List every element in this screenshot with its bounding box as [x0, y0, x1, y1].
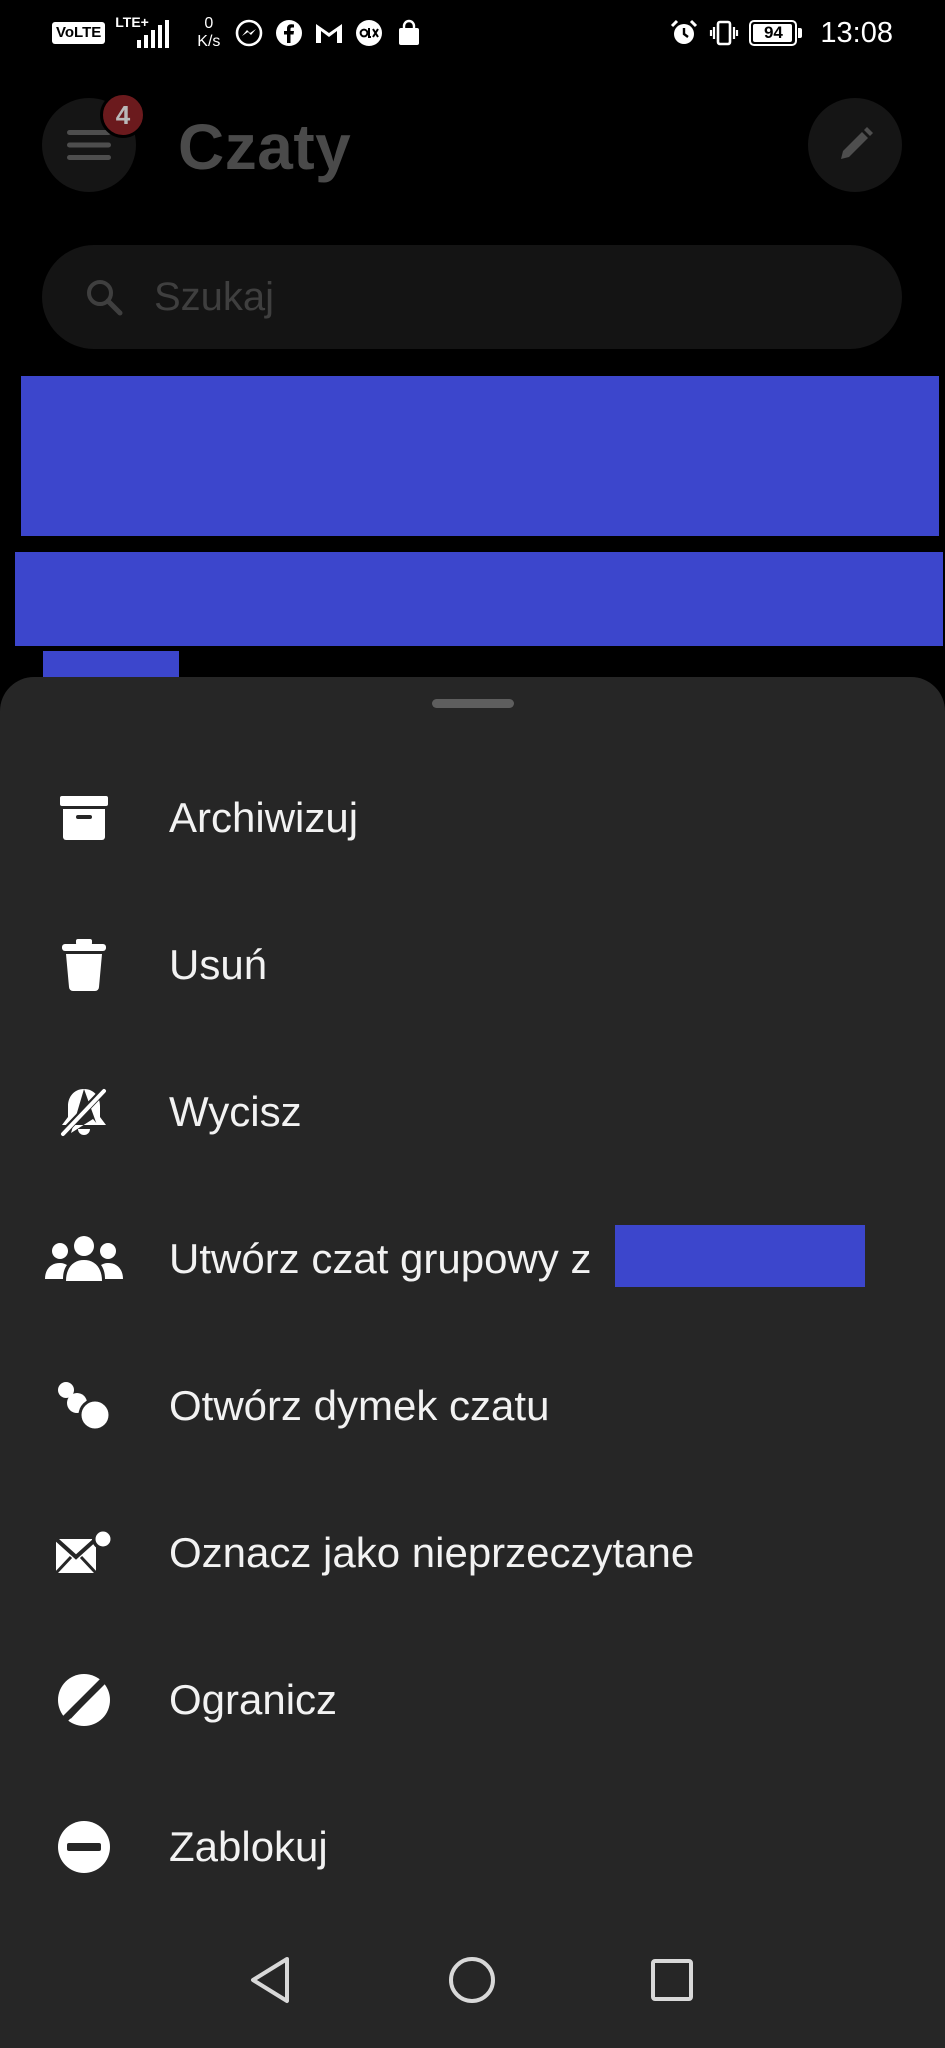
status-bar: VoLTE LTE+ 0 K/s 94 13:08 [0, 0, 945, 66]
group-icon [43, 1224, 125, 1294]
restrict-icon [43, 1665, 125, 1735]
trash-icon [43, 930, 125, 1000]
chat-options-sheet: Archiwizuj Usuń Wycisz Utwórz czat grupo… [0, 677, 945, 2048]
menu-item-label: Otwórz dymek czatu [169, 1381, 550, 1429]
header: 4 Czaty [0, 92, 945, 196]
menu-item-label: Oznacz jako nieprzeczytane [169, 1528, 695, 1576]
search-input[interactable]: Szukaj [42, 245, 902, 349]
volte-indicator: VoLTE [52, 22, 106, 44]
home-circle-icon [449, 1957, 495, 2003]
menu-item-label: Utwórz czat grupowy z [169, 1234, 592, 1282]
menu-item-label: Wycisz [169, 1087, 302, 1135]
network-speed-value: 0 [204, 15, 214, 32]
cellular-signal-icon: LTE+ [115, 14, 183, 50]
screen: VoLTE LTE+ 0 K/s 94 13:08 4 Czaty Szukaj… [0, 0, 945, 2048]
nav-back-button[interactable] [240, 1950, 300, 2010]
pencil-icon [841, 127, 873, 159]
menu-item-label: Archiwizuj [169, 793, 359, 841]
back-triangle-icon [251, 1957, 289, 2003]
chat-bubbles-icon [43, 1371, 125, 1441]
menu-item-mark-unread[interactable]: Oznacz jako nieprzeczytane [0, 1479, 945, 1626]
network-speed-unit: K/s [197, 33, 221, 50]
battery-icon: 94 [749, 20, 803, 46]
facebook-icon [274, 18, 304, 48]
recents-square-icon [651, 1959, 693, 2001]
nav-recents-button[interactable] [642, 1950, 702, 2010]
search-icon [87, 280, 123, 316]
menu-item-mute[interactable]: Wycisz [0, 1038, 945, 1185]
menu-item-block[interactable]: Zablokuj [0, 1773, 945, 1920]
hamburger-icon [67, 130, 111, 160]
archive-icon [43, 783, 125, 853]
page-title: Czaty [178, 111, 352, 183]
navigation-bar [0, 1930, 945, 2048]
compose-button[interactable] [808, 98, 902, 192]
status-time: 13:08 [820, 16, 893, 49]
search-placeholder: Szukaj [154, 274, 275, 319]
menu-item-archive[interactable]: Archiwizuj [0, 744, 945, 891]
menu-item-label: Usuń [169, 940, 268, 988]
sheet-drag-handle[interactable] [432, 699, 514, 708]
status-bar-left: VoLTE LTE+ 0 K/s [52, 14, 669, 51]
mail-unread-icon [43, 1518, 125, 1588]
shopping-bag-icon [394, 18, 424, 48]
olx-icon [354, 18, 384, 48]
bell-off-icon [43, 1077, 125, 1147]
redacted-chat-block [21, 376, 939, 536]
vibrate-icon [709, 18, 739, 48]
menu-item-restrict[interactable]: Ogranicz [0, 1626, 945, 1773]
gmail-icon [314, 18, 344, 48]
redacted-contact-name [615, 1225, 865, 1287]
alarm-icon [669, 18, 699, 48]
notification-badge: 4 [100, 92, 146, 138]
block-icon [43, 1812, 125, 1882]
messenger-icon [234, 18, 264, 48]
menu-item-label: Zablokuj [169, 1822, 328, 1870]
menu-item-label: Ogranicz [169, 1675, 338, 1723]
status-bar-right: 94 13:08 [669, 17, 893, 50]
network-speed: 0 K/s [197, 15, 220, 51]
menu-item-delete[interactable]: Usuń [0, 891, 945, 1038]
menu-item-open-chat-bubble[interactable]: Otwórz dymek czatu [0, 1332, 945, 1479]
nav-home-button[interactable] [442, 1950, 502, 2010]
battery-level: 94 [763, 23, 783, 42]
redacted-chat-block [15, 552, 943, 646]
